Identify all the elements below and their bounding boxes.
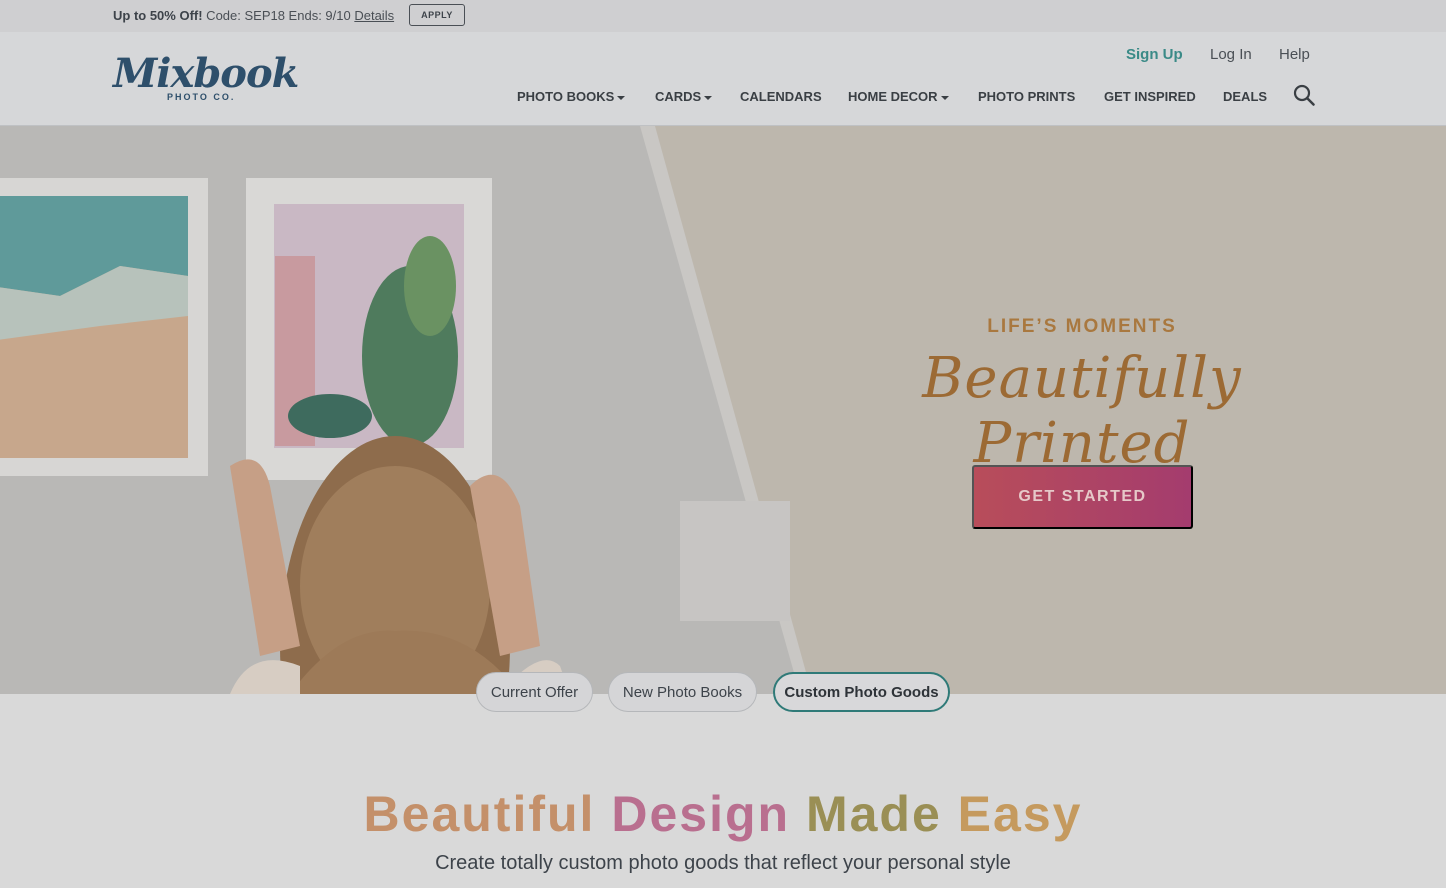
caret-down-icon xyxy=(704,95,713,100)
log-in-link[interactable]: Log In xyxy=(1210,46,1252,63)
headline-word: Design xyxy=(611,786,791,842)
headline-word: Easy xyxy=(957,786,1083,842)
nav-deals[interactable]: DEALS xyxy=(1223,89,1267,104)
promo-details-link[interactable]: Details xyxy=(354,8,394,23)
nav-get-inspired[interactable]: GET INSPIRED xyxy=(1104,89,1196,104)
nav-label: PHOTO PRINTS xyxy=(978,89,1076,104)
promo-headline: Up to 50% Off! xyxy=(113,8,203,23)
site-header: Mixbook PHOTO CO. Sign Up Log In Help PH… xyxy=(0,32,1446,126)
nav-label: DEALS xyxy=(1223,89,1268,104)
logo-subtitle: PHOTO CO. xyxy=(167,92,236,102)
nav-label: HOME DECOR xyxy=(848,89,938,104)
logo-wordmark: Mixbook xyxy=(113,50,299,97)
apply-button[interactable]: APPLY xyxy=(409,4,465,26)
caret-down-icon xyxy=(617,95,626,100)
hero-tagline: LIFE’S MOMENTS xyxy=(987,316,1177,337)
promo-details-text: Code: SEP18 Ends: 9/10 xyxy=(202,8,355,23)
section-subhead: Create totally custom photo goods that r… xyxy=(435,852,1011,874)
sign-up-link[interactable]: Sign Up xyxy=(1126,46,1183,63)
headline-word: Made xyxy=(805,786,942,842)
nav-calendars[interactable]: CALENDARS xyxy=(740,89,822,104)
nav-label: GET INSPIRED xyxy=(1104,89,1196,104)
search-icon[interactable] xyxy=(1293,84,1315,106)
tab-custom-photo-goods[interactable]: Custom Photo Goods xyxy=(773,672,950,712)
get-started-button[interactable]: GET STARTED xyxy=(972,465,1193,529)
section-headline: Beautiful Design Made Easy xyxy=(0,785,1446,843)
nav-home-decor[interactable]: HOME DECOR xyxy=(848,89,949,104)
nav-label: CARDS xyxy=(655,89,702,104)
tab-new-photo-books[interactable]: New Photo Books xyxy=(608,672,757,712)
headline-word: Beautiful xyxy=(363,786,596,842)
nav-photo-books[interactable]: PHOTO BOOKS xyxy=(517,89,626,104)
tab-current-offer[interactable]: Current Offer xyxy=(476,672,593,712)
nav-cards[interactable]: CARDS xyxy=(655,89,713,104)
hero-script-title: Beautifully Printed xyxy=(922,346,1242,476)
hero-photo xyxy=(0,126,820,694)
nav-photo-prints[interactable]: PHOTO PRINTS xyxy=(978,89,1075,104)
help-link[interactable]: Help xyxy=(1279,46,1310,63)
promo-bar: Up to 50% Off! Code: SEP18 Ends: 9/10 De… xyxy=(0,0,1446,32)
hero-banner: LIFE’S MOMENTS Beautifully Printed GET S… xyxy=(0,126,1446,694)
nav-label: PHOTO BOOKS xyxy=(517,89,615,104)
mixbook-logo[interactable]: Mixbook PHOTO CO. xyxy=(113,50,299,110)
caret-down-icon xyxy=(940,95,949,100)
promo-text: Up to 50% Off! Code: SEP18 Ends: 9/10 De… xyxy=(113,8,394,23)
nav-label: CALENDARS xyxy=(740,89,822,104)
